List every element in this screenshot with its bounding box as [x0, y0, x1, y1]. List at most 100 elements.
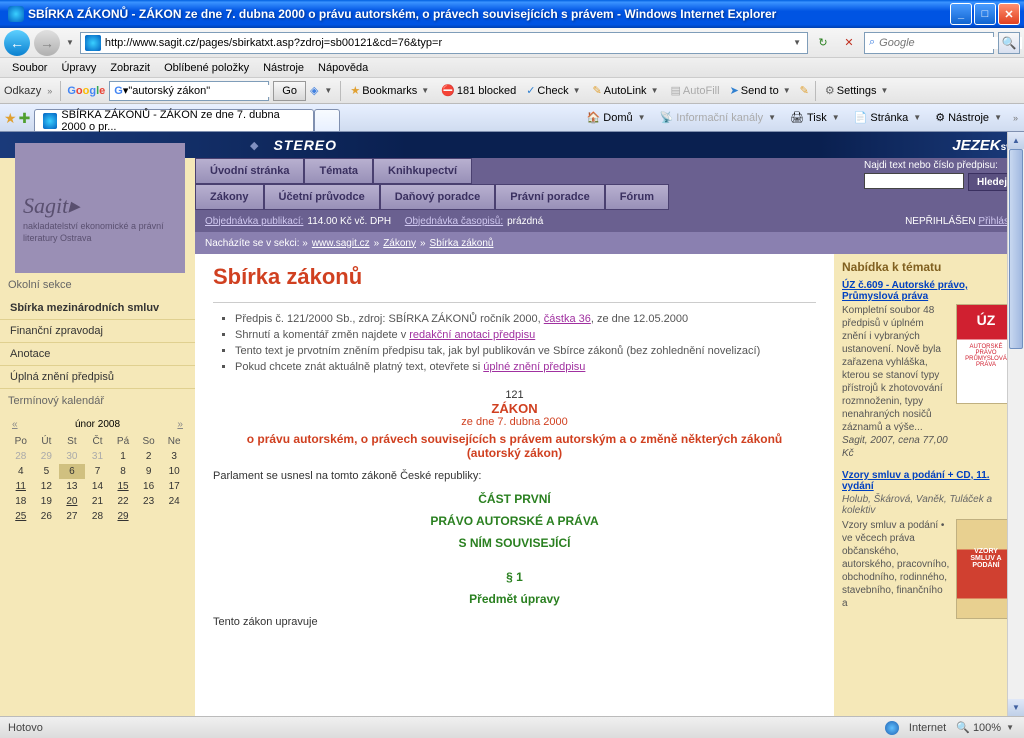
google-go-button[interactable]: Go [273, 81, 306, 101]
menu-soubor[interactable]: Soubor [6, 60, 53, 76]
menu-oblibene[interactable]: Oblíbené položky [158, 60, 255, 76]
highlight-icon[interactable]: ✎ [800, 84, 809, 97]
law-zakon: ZÁKON [213, 401, 816, 416]
bc-sbirka[interactable]: Sbírka zákonů [430, 238, 494, 249]
site-search-input[interactable] [864, 173, 964, 189]
search-provider-icon: ⌕ [869, 36, 875, 49]
link-obj-pub[interactable]: Objednávka publikací: [205, 216, 303, 227]
bullet-3: Tento text je prvotním zněním předpisu t… [235, 343, 816, 359]
google-search-input[interactable] [128, 85, 270, 97]
sagit-logo[interactable]: Sagit▸ nakladatelství ekonomické a právn… [15, 143, 185, 273]
vertical-scrollbar[interactable]: ▲ ▼ [1007, 132, 1024, 716]
cal-prev[interactable]: « [12, 419, 18, 430]
scroll-up-arrow[interactable]: ▲ [1008, 132, 1024, 149]
bc-zakony[interactable]: Zákony [383, 238, 416, 249]
ptab-zakony[interactable]: Zákony [195, 184, 264, 210]
menu-nastroje[interactable]: Nástroje [257, 60, 310, 76]
scroll-thumb[interactable] [1009, 149, 1023, 349]
menu-bar: Soubor Úpravy Zobrazit Oblíbené položky … [0, 58, 1024, 78]
toolbar-expand[interactable]: » [1011, 113, 1020, 123]
google-logo[interactable]: Google [67, 85, 105, 97]
popup-blocker[interactable]: ⛔181 blocked [438, 84, 519, 97]
add-favorites-icon[interactable]: ✚ [19, 110, 31, 127]
link-anotace[interactable]: redakční anotaci předpisu [409, 329, 535, 341]
zone-label[interactable]: Internet [909, 722, 946, 734]
maximize-button[interactable]: □ [974, 3, 996, 25]
autolink-button[interactable]: ✎AutoLink▼ [590, 84, 664, 97]
scroll-down-arrow[interactable]: ▼ [1008, 699, 1024, 716]
bookmarks-button[interactable]: ★Bookmarks▼ [347, 84, 434, 97]
section-3: S NÍM SOUVISEJÍCÍ [213, 536, 816, 550]
refresh-button[interactable]: ↻ [812, 32, 834, 54]
status-bar: Hotovo Internet 🔍 100% ▼ [0, 716, 1024, 738]
menu-zobrazit[interactable]: Zobrazit [104, 60, 156, 76]
links-expand[interactable]: » [45, 86, 54, 96]
minimize-button[interactable]: _ [950, 3, 972, 25]
sendto-button[interactable]: ➤Send to▼ [727, 84, 796, 97]
sidebar-item-zpravodaj[interactable]: Finanční zpravodaj [0, 320, 195, 343]
order-bar: Objednávka publikací: 114.00 Kč vč. DPH … [195, 210, 1024, 232]
address-bar[interactable]: ▼ [80, 32, 808, 54]
offer-1-price: Sagit, 2007, cena 77,00 Kč [842, 435, 948, 459]
google-g-icon: G [114, 85, 123, 97]
ptab-knih[interactable]: Knihkupectví [373, 158, 472, 184]
section-1: ČÁST PRVNÍ [213, 492, 816, 506]
offer-2-title[interactable]: Vzory smluv a podání + CD, 11. vydání [842, 470, 1016, 492]
ptab-ucetni[interactable]: Účetní průvodce [264, 184, 380, 210]
print-button[interactable]: 🖨Tisk▼ [785, 108, 847, 127]
back-button[interactable]: ← [4, 30, 30, 56]
feeds-button[interactable]: 📡Informační kanály▼ [655, 108, 783, 127]
ptab-danovy[interactable]: Daňový poradce [380, 184, 496, 210]
sidebar-item-zneni[interactable]: Úplná znění předpisů [0, 366, 195, 389]
site-search-panel: Najdi text nebo číslo předpisu: Hledej [856, 158, 1024, 184]
link-zneni[interactable]: úplné znění předpisu [483, 361, 585, 373]
sidebar-item-anotace[interactable]: Anotace [0, 343, 195, 366]
page-icon [85, 35, 101, 51]
ptab-forum[interactable]: Fórum [605, 184, 669, 210]
ptab-pravni[interactable]: Právní poradce [495, 184, 604, 210]
new-tab-button[interactable] [314, 109, 340, 131]
window-title: SBÍRKA ZÁKONŮ - ZÁKON ze dne 7. dubna 20… [28, 7, 950, 21]
bc-home[interactable]: www.sagit.cz [312, 238, 370, 249]
ptab-temata[interactable]: Témata [304, 158, 373, 184]
cal-next[interactable]: » [177, 419, 183, 430]
status-text: Hotovo [8, 722, 43, 734]
page-button[interactable]: 📄Stránka▼ [849, 108, 929, 127]
ptab-uvod[interactable]: Úvodní stránka [195, 158, 304, 184]
tools-button[interactable]: ⚙Nástroje▼ [930, 108, 1009, 127]
menu-upravy[interactable]: Úpravy [55, 60, 102, 76]
links-label[interactable]: Odkazy [4, 85, 41, 97]
google-toolbar: Odkazy » Google G▾ ▼ Go ◈▼ ★Bookmarks▼ ⛔… [0, 78, 1024, 104]
offer-2-text: Vzory smluv a podání • ve věcech práva o… [842, 519, 950, 619]
settings-button[interactable]: ⚙Settings▼ [822, 84, 894, 97]
stop-button[interactable]: ✕ [838, 32, 860, 54]
autofill-button[interactable]: ▤AutoFill [667, 84, 722, 97]
link-castka[interactable]: částka 36 [544, 313, 591, 325]
close-button[interactable]: ✕ [998, 3, 1020, 25]
history-dropdown[interactable]: ▼ [64, 38, 76, 47]
search-go-button[interactable]: 🔍 [998, 32, 1020, 54]
google-search-box[interactable]: G▾ ▼ [109, 81, 269, 101]
sidebar-item-smlouvy[interactable]: Sbírka mezinárodních smluv [0, 297, 195, 320]
link-obj-cas[interactable]: Objednávka časopisů: [405, 216, 503, 227]
google-opt-icon[interactable]: ◈ [310, 84, 318, 97]
url-input[interactable] [105, 37, 787, 49]
site-tabs-row1: Úvodní stránka Témata Knihkupectví Najdi… [195, 158, 1024, 184]
forward-button[interactable]: → [34, 30, 60, 56]
offer-1-title[interactable]: ÚZ č.609 - Autorské právo, Průmyslová pr… [842, 280, 1016, 302]
tab-bar: ★ ✚ SBÍRKA ZÁKONŮ - ZÁKON ze dne 7. dubn… [0, 104, 1024, 132]
article-body: Sbírka zákonů Předpis č. 121/2000 Sb., z… [195, 254, 834, 716]
search-box[interactable]: ⌕ [864, 32, 994, 54]
page-title: Sbírka zákonů [213, 264, 816, 290]
content-area: ◆ STEREO JEZEKsw Sagit▸ nakladatelství e… [0, 132, 1024, 716]
browser-tab[interactable]: SBÍRKA ZÁKONŮ - ZÁKON ze dne 7. dubna 20… [34, 109, 314, 131]
spellcheck-button[interactable]: ✓Check▼ [523, 84, 585, 97]
url-dropdown[interactable]: ▼ [791, 38, 803, 47]
main-column: Úvodní stránka Témata Knihkupectví Najdi… [195, 158, 1024, 716]
bullet-2: Shrnutí a komentář změn najdete v redakč… [235, 327, 816, 343]
offer-1-text: Kompletní soubor 48 předpisů v úplném zn… [842, 305, 943, 433]
zoom-control[interactable]: 🔍 100% ▼ [956, 721, 1016, 734]
favorites-star-icon[interactable]: ★ [4, 110, 17, 127]
home-button[interactable]: 🏠Domů▼ [582, 108, 653, 127]
menu-napoveda[interactable]: Nápověda [312, 60, 374, 76]
